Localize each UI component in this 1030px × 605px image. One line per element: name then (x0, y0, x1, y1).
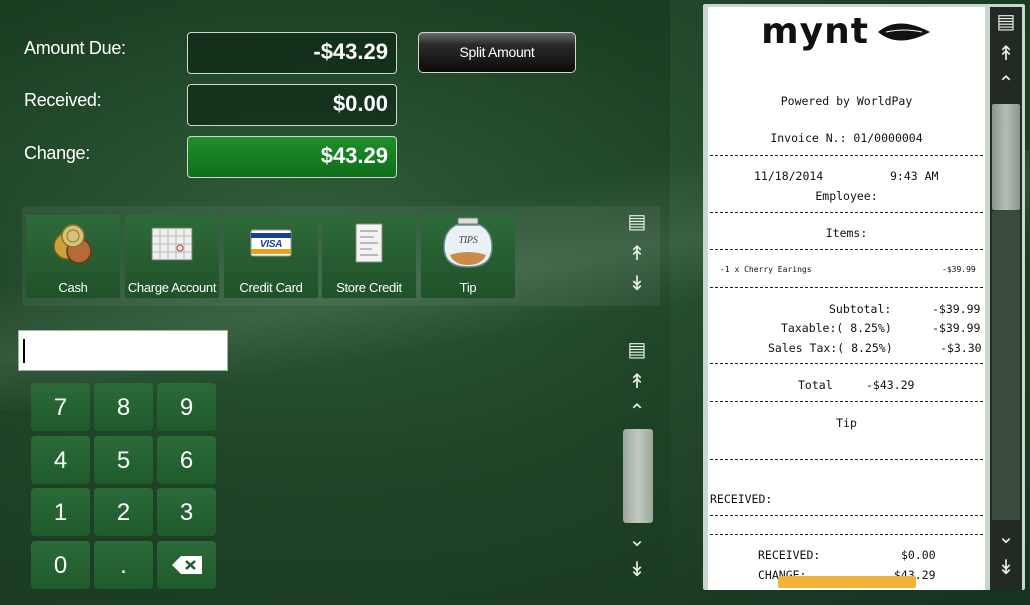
keypad-2[interactable]: 2 (94, 488, 153, 536)
receipt-divider (710, 155, 983, 156)
receipt-subtotal-value: -$39.99 (932, 302, 981, 316)
keypad-7[interactable]: 7 (31, 383, 90, 431)
keypad-5[interactable]: 5 (94, 436, 153, 484)
receipt-scroll-bottom-icon[interactable]: ↡ (996, 558, 1016, 578)
receipt-time: 9:43 AM (890, 169, 939, 183)
receipt-invoice: Invoice N.: 01/0000004 (770, 131, 923, 145)
tip-jar-icon: TIPS (443, 217, 493, 268)
tender-label: Charge Account (127, 280, 217, 295)
receipt-preview: mynt Powered by WorldPay Invoice N.: 01/… (708, 7, 985, 590)
receipt-scrollbar-track[interactable] (992, 210, 1020, 520)
list-scrollbar-thumb[interactable] (623, 429, 653, 523)
receipt-item-name: -1 x Cherry Earings (720, 265, 812, 274)
receipt-taxable-value: -$39.99 (932, 321, 981, 335)
tender-credit-card-button[interactable]: VISA Credit Card (224, 215, 318, 298)
receipt-total-label: Total (798, 378, 833, 392)
receipt-received-value: $0.00 (901, 548, 936, 562)
backspace-icon (171, 556, 202, 574)
change-label: Change: (24, 143, 90, 163)
receipt-divider (710, 212, 983, 213)
receipt-divider (710, 249, 983, 250)
list-scroll-bottom-icon[interactable]: ↡ (627, 560, 647, 580)
tender-label: Store Credit (336, 280, 402, 295)
change-value: $43.29 (187, 136, 397, 178)
receipt-employee: Employee: (815, 189, 878, 203)
coins-icon (53, 224, 92, 264)
receipt-scrollbar-thumb[interactable] (992, 104, 1020, 210)
keypad-0[interactable]: 0 (31, 541, 90, 589)
receipt-divider (710, 363, 983, 364)
keypad-4[interactable]: 4 (31, 436, 90, 484)
receipt-scroll-top-icon[interactable]: ↟ (996, 44, 1016, 64)
leaf-icon (877, 23, 930, 40)
receipt-divider (710, 515, 983, 516)
split-amount-button[interactable]: Split Amount (418, 32, 576, 73)
calendar-icon (151, 227, 193, 261)
keypad-decimal[interactable]: . (94, 541, 153, 589)
keypad-1[interactable]: 1 (31, 488, 90, 536)
amount-due-value: -$43.29 (187, 32, 397, 74)
list-scroll-up-icon[interactable]: ⌃ (627, 402, 647, 422)
text-caret (23, 339, 25, 363)
tender-label: Credit Card (239, 280, 303, 295)
tender-store-credit-button[interactable]: Store Credit (322, 215, 416, 298)
keypad-6[interactable]: 6 (157, 436, 216, 484)
receipt-scroll-list-icon[interactable]: ▤ (996, 12, 1016, 32)
receipt-highlight-bar (778, 576, 916, 588)
received-label: Received: (24, 90, 102, 110)
receipt-subtotal-label: Subtotal: (829, 302, 892, 316)
receipt-total-value: -$43.29 (866, 378, 915, 392)
list-scroll-list-icon[interactable]: ▤ (627, 340, 647, 360)
keypad-8[interactable]: 8 (94, 383, 153, 431)
receipt-taxable-label: Taxable:( 8.25%) (781, 321, 892, 335)
receipt-divider (710, 459, 983, 460)
visa-card-icon: VISA (250, 229, 292, 257)
keypad-backspace-button[interactable] (157, 541, 216, 589)
keypad-9[interactable]: 9 (157, 383, 216, 431)
tender-scroll-bottom-icon[interactable]: ↡ (627, 274, 647, 294)
receipt-salestax-value: -$3.30 (940, 341, 982, 355)
tender-tip-button[interactable]: TIPS Tip (421, 215, 515, 298)
receipt-divider (710, 287, 983, 288)
tender-scroll-list-icon[interactable]: ▤ (627, 212, 647, 232)
receipt-scroll-up-icon[interactable]: ⌃ (996, 74, 1016, 94)
receipt-salestax-label: Sales Tax:( 8.25%) (768, 341, 893, 355)
tender-cash-button[interactable]: Cash (26, 215, 120, 298)
received-value: $0.00 (187, 84, 397, 126)
receipt-date: 11/18/2014 (754, 169, 824, 183)
brand-logo-text: mynt (761, 11, 869, 52)
receipt-icon (355, 223, 383, 263)
tender-scroll-top-icon[interactable]: ↟ (627, 244, 647, 264)
receipt-items-header: Items: (825, 226, 868, 240)
list-scroll-down-icon[interactable]: ⌄ (627, 530, 647, 550)
receipt-logo: mynt (708, 11, 985, 52)
tender-label: Tip (459, 280, 477, 295)
receipt-item-price: -$39.99 (942, 265, 976, 274)
visa-badge-text: VISA (260, 239, 282, 250)
receipt-scroll-down-icon[interactable]: ⌄ (996, 527, 1016, 547)
receipt-divider (710, 534, 983, 535)
receipt-received-header: RECEIVED: (710, 492, 773, 506)
tip-jar-text: TIPS (459, 235, 478, 246)
tender-label: Cash (58, 280, 88, 295)
amount-entry-input[interactable] (18, 330, 228, 371)
receipt-divider (710, 401, 983, 402)
receipt-received-label: RECEIVED: (758, 548, 821, 562)
keypad-3[interactable]: 3 (157, 488, 216, 536)
amount-due-label: Amount Due: (24, 38, 126, 58)
tender-charge-account-button[interactable]: Charge Account (125, 215, 219, 298)
list-scroll-top-icon[interactable]: ↟ (627, 372, 647, 392)
receipt-powered-by: Powered by WorldPay (780, 94, 913, 108)
receipt-tip-label: Tip (836, 416, 857, 430)
